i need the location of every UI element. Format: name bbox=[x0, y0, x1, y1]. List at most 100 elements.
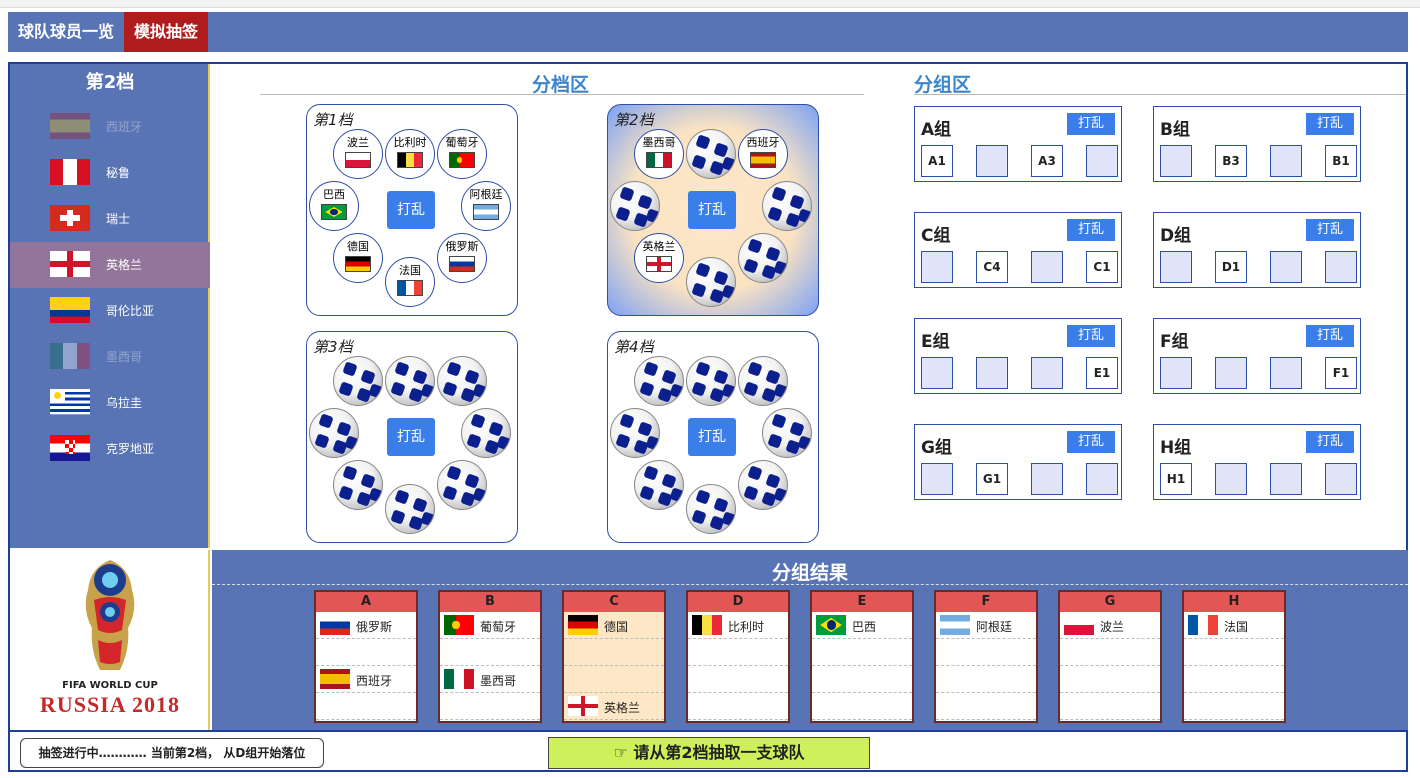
sidebar-team-item[interactable]: 英格兰 bbox=[10, 242, 210, 288]
tab-players[interactable]: 球队球员一览 bbox=[8, 12, 124, 52]
group-slot[interactable] bbox=[976, 357, 1008, 389]
group-slot[interactable]: D1 bbox=[1215, 251, 1247, 283]
soccer-ball-icon[interactable] bbox=[461, 408, 511, 458]
flag-icon bbox=[647, 257, 671, 271]
group-shuffle-button[interactable]: 打乱 bbox=[1067, 219, 1115, 241]
group-slot[interactable] bbox=[976, 145, 1008, 177]
pot-shuffle-button[interactable]: 打乱 bbox=[688, 418, 736, 456]
sidebar-team-item[interactable]: 墨西哥 bbox=[10, 334, 210, 380]
flag-icon bbox=[50, 113, 90, 139]
sidebar-team-item[interactable]: 克罗地亚 bbox=[10, 426, 210, 472]
group-shuffle-button[interactable]: 打乱 bbox=[1067, 431, 1115, 453]
result-row bbox=[564, 639, 664, 666]
group-slot[interactable] bbox=[1160, 145, 1192, 177]
group-slot[interactable]: H1 bbox=[1160, 463, 1192, 495]
result-row bbox=[316, 693, 416, 720]
group-slot[interactable]: B3 bbox=[1215, 145, 1247, 177]
sidebar-team-item[interactable]: 秘鲁 bbox=[10, 150, 210, 196]
pot-team[interactable]: 俄罗斯 bbox=[437, 233, 487, 283]
result-group-column: E 巴西 bbox=[810, 590, 914, 723]
pot-team[interactable]: 德国 bbox=[333, 233, 383, 283]
group-shuffle-button[interactable]: 打乱 bbox=[1067, 325, 1115, 347]
soccer-ball-icon[interactable] bbox=[762, 181, 812, 231]
group-shuffle-button[interactable]: 打乱 bbox=[1306, 113, 1354, 135]
result-group-letter: B bbox=[440, 592, 540, 612]
soccer-ball-icon[interactable] bbox=[686, 484, 736, 534]
group-slot[interactable] bbox=[921, 463, 953, 495]
soccer-ball-icon[interactable] bbox=[634, 356, 684, 406]
group-slot[interactable] bbox=[1215, 463, 1247, 495]
sidebar-team-item[interactable]: 西班牙 bbox=[10, 104, 210, 150]
soccer-ball-icon[interactable] bbox=[333, 356, 383, 406]
group-slot[interactable] bbox=[1160, 357, 1192, 389]
ball-patch bbox=[713, 369, 729, 385]
group-shuffle-button[interactable]: 打乱 bbox=[1306, 325, 1354, 347]
ball-patch bbox=[771, 413, 787, 429]
soccer-ball-icon[interactable] bbox=[333, 460, 383, 510]
flag-icon bbox=[444, 669, 474, 689]
soccer-ball-icon[interactable] bbox=[634, 460, 684, 510]
group-slot[interactable] bbox=[1031, 463, 1063, 495]
group-slot[interactable] bbox=[921, 251, 953, 283]
pot-team[interactable]: 比利时 bbox=[385, 129, 435, 179]
draw-team-button[interactable]: ☞ 请从第2档抽取一支球队 bbox=[548, 737, 870, 769]
sidebar-team-item[interactable]: 瑞士 bbox=[10, 196, 210, 242]
group-shuffle-button[interactable]: 打乱 bbox=[1306, 431, 1354, 453]
soccer-ball-icon[interactable] bbox=[738, 356, 788, 406]
soccer-ball-icon[interactable] bbox=[437, 356, 487, 406]
tab-draw[interactable]: 模拟抽签 bbox=[124, 12, 209, 52]
soccer-ball-icon[interactable] bbox=[738, 233, 788, 283]
pot-team[interactable]: 巴西 bbox=[309, 181, 359, 231]
soccer-ball-icon[interactable] bbox=[309, 408, 359, 458]
group-slot[interactable] bbox=[1270, 463, 1302, 495]
pot-team[interactable]: 西班牙 bbox=[738, 129, 788, 179]
pot-shuffle-button[interactable]: 打乱 bbox=[387, 191, 435, 229]
group-slot[interactable]: C4 bbox=[976, 251, 1008, 283]
group-slot[interactable] bbox=[1086, 145, 1118, 177]
soccer-ball-icon[interactable] bbox=[686, 356, 736, 406]
pot-team[interactable]: 葡萄牙 bbox=[437, 129, 487, 179]
group-slot[interactable] bbox=[1270, 145, 1302, 177]
group-slot[interactable]: G1 bbox=[976, 463, 1008, 495]
ball-patch bbox=[721, 156, 735, 172]
group-slot[interactable] bbox=[1215, 357, 1247, 389]
soccer-ball-icon[interactable] bbox=[762, 408, 812, 458]
soccer-ball-icon[interactable] bbox=[610, 181, 660, 231]
group-shuffle-button[interactable]: 打乱 bbox=[1067, 113, 1115, 135]
soccer-ball-icon[interactable] bbox=[437, 460, 487, 510]
soccer-ball-icon[interactable] bbox=[385, 484, 435, 534]
pot-team[interactable]: 阿根廷 bbox=[461, 181, 511, 231]
group-slot[interactable]: A1 bbox=[921, 145, 953, 177]
sidebar-team-item[interactable]: 乌拉圭 bbox=[10, 380, 210, 426]
soccer-ball-icon[interactable] bbox=[738, 460, 788, 510]
group-slot[interactable]: F1 bbox=[1325, 357, 1357, 389]
pot-team[interactable]: 波兰 bbox=[333, 129, 383, 179]
group-slot[interactable]: A3 bbox=[1031, 145, 1063, 177]
group-slot[interactable] bbox=[1160, 251, 1192, 283]
group-name: E组 bbox=[921, 332, 950, 352]
group-slot[interactable] bbox=[1270, 357, 1302, 389]
group-slot[interactable]: B1 bbox=[1325, 145, 1357, 177]
group-slot[interactable] bbox=[921, 357, 953, 389]
group-slot[interactable] bbox=[1031, 357, 1063, 389]
ball-patch bbox=[619, 186, 635, 202]
group-slot[interactable]: C1 bbox=[1086, 251, 1118, 283]
pot-team[interactable]: 法国 bbox=[385, 257, 435, 307]
soccer-ball-icon[interactable] bbox=[686, 257, 736, 307]
pot-box: 第3档 打乱 bbox=[306, 331, 518, 543]
pot-team[interactable]: 英格兰 bbox=[634, 233, 684, 283]
group-shuffle-button[interactable]: 打乱 bbox=[1306, 219, 1354, 241]
pot-shuffle-button[interactable]: 打乱 bbox=[387, 418, 435, 456]
soccer-ball-icon[interactable] bbox=[610, 408, 660, 458]
pot-team[interactable]: 墨西哥 bbox=[634, 129, 684, 179]
group-slot[interactable] bbox=[1086, 463, 1118, 495]
sidebar-team-item[interactable]: 哥伦比亚 bbox=[10, 288, 210, 334]
pot-shuffle-button[interactable]: 打乱 bbox=[688, 191, 736, 229]
group-slot[interactable]: E1 bbox=[1086, 357, 1118, 389]
group-slot[interactable] bbox=[1325, 251, 1357, 283]
soccer-ball-icon[interactable] bbox=[686, 129, 736, 179]
group-slot[interactable] bbox=[1270, 251, 1302, 283]
soccer-ball-icon[interactable] bbox=[385, 356, 435, 406]
group-slot[interactable] bbox=[1031, 251, 1063, 283]
group-slot[interactable] bbox=[1325, 463, 1357, 495]
